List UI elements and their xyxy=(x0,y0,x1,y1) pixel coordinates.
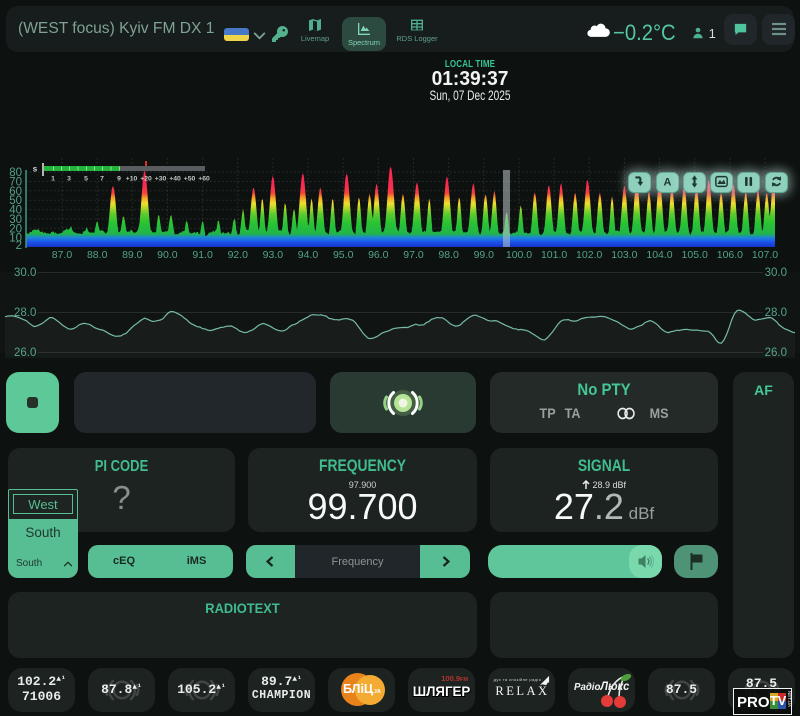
svg-text:+30: +30 xyxy=(155,176,167,183)
svg-text:105.0: 105.0 xyxy=(682,249,708,261)
svg-text:107.0: 107.0 xyxy=(752,249,778,261)
svg-text:+20: +20 xyxy=(140,176,152,183)
svg-text:87.0: 87.0 xyxy=(52,249,73,261)
svg-text:+10: +10 xyxy=(126,176,138,183)
svg-text:95.0: 95.0 xyxy=(333,249,354,261)
svg-text:102.0: 102.0 xyxy=(576,249,602,261)
svg-text:104.0: 104.0 xyxy=(646,249,672,261)
svg-text:30.0: 30.0 xyxy=(765,267,787,279)
svg-text:s: s xyxy=(33,165,38,174)
svg-text:96.0: 96.0 xyxy=(368,249,389,261)
svg-text:106.0: 106.0 xyxy=(717,249,743,261)
svg-text:91.0: 91.0 xyxy=(192,249,213,261)
svg-text:3: 3 xyxy=(67,176,71,183)
svg-text:+40: +40 xyxy=(169,176,181,183)
svg-text:5: 5 xyxy=(84,176,88,183)
svg-text:98.0: 98.0 xyxy=(438,249,459,261)
svg-text:100.0: 100.0 xyxy=(506,249,532,261)
svg-text:92.0: 92.0 xyxy=(228,249,249,261)
svg-text:94.0: 94.0 xyxy=(298,249,319,261)
svg-text:A: A xyxy=(664,177,672,188)
svg-text:103.0: 103.0 xyxy=(611,249,637,261)
svg-text:1: 1 xyxy=(51,176,55,183)
svg-text:93.0: 93.0 xyxy=(263,249,284,261)
svg-text:88.0: 88.0 xyxy=(87,249,108,261)
svg-text:101.0: 101.0 xyxy=(541,249,567,261)
svg-text:2: 2 xyxy=(16,240,22,252)
svg-text:89.0: 89.0 xyxy=(122,249,143,261)
svg-text:30.0: 30.0 xyxy=(14,267,36,279)
svg-text:TV: TV xyxy=(770,693,786,708)
svg-text:9: 9 xyxy=(117,176,121,183)
svg-text:+60: +60 xyxy=(198,176,210,183)
svg-text:97.0: 97.0 xyxy=(403,249,424,261)
svg-text:99.0: 99.0 xyxy=(474,249,495,261)
svg-text:90.0: 90.0 xyxy=(157,249,178,261)
svg-text:+50: +50 xyxy=(184,176,196,183)
svg-text:7: 7 xyxy=(100,176,104,183)
